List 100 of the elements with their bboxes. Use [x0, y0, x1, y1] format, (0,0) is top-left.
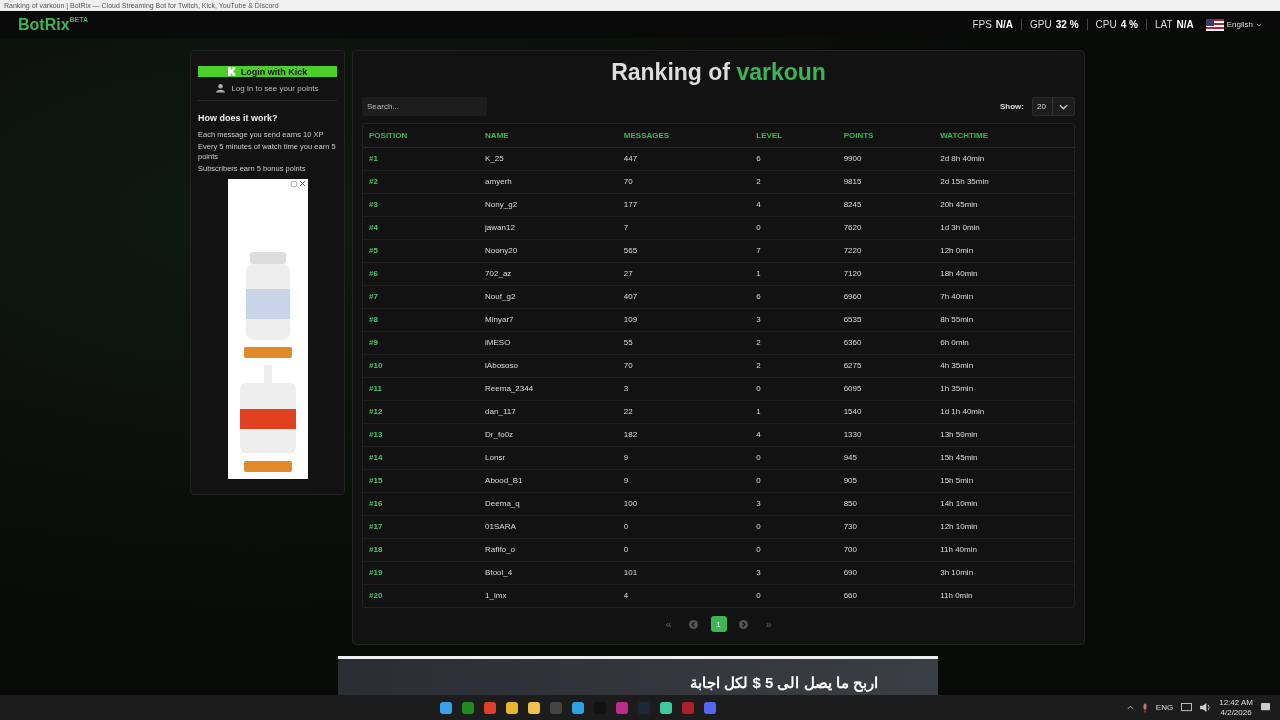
table-cell: 1d 3h 0min — [934, 216, 1074, 239]
table-cell: 22 — [617, 400, 751, 423]
table-cell: 9815 — [837, 170, 935, 193]
table-cell: 01SARA — [479, 515, 618, 538]
table-cell: lAbososo — [479, 354, 618, 377]
table-cell: 905 — [837, 469, 935, 492]
chevron-up-icon[interactable] — [1126, 705, 1134, 710]
table-cell: 9900 — [837, 147, 935, 170]
table-cell: 4 — [617, 584, 751, 607]
table-cell: 0 — [750, 469, 838, 492]
ad-text: اربح ما يصل الى 5 $ لكل اجابة — [690, 674, 878, 692]
table-cell: 12h 10min — [934, 515, 1074, 538]
table-cell: 0 — [750, 446, 838, 469]
table-cell: dan_117 — [479, 400, 618, 423]
table-cell: 101 — [617, 561, 751, 584]
table-cell: 1h 35min — [934, 377, 1074, 400]
table-cell: 447 — [617, 147, 751, 170]
table-cell: Nony_g2 — [479, 193, 618, 216]
table-cell: 6 — [750, 147, 838, 170]
table-cell: 9 — [617, 446, 751, 469]
table-cell: 55 — [617, 331, 751, 354]
table-cell: 70 — [617, 354, 751, 377]
table-cell: Noony20 — [479, 239, 618, 262]
stat-label: LAT — [1154, 19, 1173, 30]
table-cell: 8h 55min — [934, 308, 1074, 331]
table-cell: iMESO — [479, 331, 618, 354]
table-cell: 27 — [617, 262, 751, 285]
table-cell: Btool_4 — [479, 561, 618, 584]
table-cell: Reema_2344 — [479, 377, 618, 400]
table-cell: 6095 — [837, 377, 935, 400]
column-header[interactable]: POSITION — [363, 124, 480, 147]
table-cell: Dr_fo0z — [479, 423, 618, 446]
table-cell: 0 — [617, 515, 751, 538]
stat-label: GPU — [1030, 19, 1052, 30]
column-header[interactable]: WATCHTIME — [934, 124, 1074, 147]
table-cell: 3h 10min — [934, 561, 1074, 584]
column-header[interactable]: MESSAGES — [617, 124, 751, 147]
keyboard-language[interactable]: ENG — [1155, 703, 1174, 712]
table-cell: 4 — [750, 193, 838, 216]
table-cell: #8 — [363, 308, 480, 331]
table-cell: 945 — [837, 446, 935, 469]
table-cell: #1 — [363, 147, 480, 170]
login-hint: Log in to see your points — [231, 83, 319, 93]
chevron-down-icon — [1256, 22, 1262, 27]
table-cell: 14h 10min — [934, 492, 1074, 515]
language-label: English — [1226, 20, 1253, 29]
botrix-logo[interactable]: BotRix$^{BETA}$ — [18, 15, 89, 34]
stat-value: 4 % — [1120, 19, 1138, 30]
table-cell: 7220 — [837, 239, 935, 262]
table-cell: 0 — [750, 377, 838, 400]
chevron-down-icon — [1058, 103, 1068, 110]
table-cell: Nouf_g2 — [479, 285, 618, 308]
table-cell: 1 — [750, 262, 838, 285]
clock[interactable]: 12:42 AM 4/2/2026 — [1219, 697, 1253, 718]
search-field[interactable]: Search... — [362, 97, 487, 116]
table-cell: 2d 8h 40min — [934, 147, 1074, 170]
table-cell: 7620 — [837, 216, 935, 239]
table-cell: #4 — [363, 216, 480, 239]
table-cell: amyerh — [479, 170, 618, 193]
table-cell: 2 — [750, 331, 838, 354]
column-header[interactable]: POINTS — [837, 124, 935, 147]
table-cell: Minyar7 — [479, 308, 618, 331]
table-cell: 6 — [750, 285, 838, 308]
table-cell: #6 — [363, 262, 480, 285]
table-cell: 3 — [617, 377, 751, 400]
login-kick-button[interactable]: Login with Kick — [198, 66, 337, 77]
table-cell: #12 — [363, 400, 480, 423]
table-cell: 1 — [750, 400, 838, 423]
stat-label: FPS — [972, 19, 992, 30]
table-cell: 4 — [750, 423, 838, 446]
table-cell: 2 — [750, 170, 838, 193]
table-cell: 0 — [750, 538, 838, 561]
table-cell: 12h 0min — [934, 239, 1074, 262]
kick-logo — [227, 67, 237, 76]
speaker-icon[interactable] — [1200, 703, 1212, 712]
table-cell: #13 — [363, 423, 480, 446]
language-selector[interactable]: English — [1205, 18, 1262, 31]
table-cell: 3 — [750, 492, 838, 515]
table-cell: 15h 45min — [934, 446, 1074, 469]
column-header[interactable]: NAME — [479, 124, 618, 147]
table-cell: 20h 45min — [934, 193, 1074, 216]
table-cell: 1540 — [837, 400, 935, 423]
ad-close-icon[interactable] — [290, 180, 305, 188]
table-cell: 3 — [750, 561, 838, 584]
table-cell: #19 — [363, 561, 480, 584]
table-cell: #20 — [363, 584, 480, 607]
table-cell: 6275 — [837, 354, 935, 377]
table-cell: #2 — [363, 170, 480, 193]
table-cell: 0 — [750, 515, 838, 538]
table-cell: 7 — [617, 216, 751, 239]
table-cell: 702_az — [479, 262, 618, 285]
table-cell: 660 — [837, 584, 935, 607]
column-header[interactable]: LEVEL — [750, 124, 838, 147]
show-label: Show: — [1000, 102, 1024, 111]
table-cell: #17 — [363, 515, 480, 538]
table-cell: K_25 — [479, 147, 618, 170]
table-cell: 15h 5min — [934, 469, 1074, 492]
show-select[interactable]: 20 — [1032, 97, 1075, 116]
table-cell: #3 — [363, 193, 480, 216]
user-icon — [216, 83, 226, 93]
